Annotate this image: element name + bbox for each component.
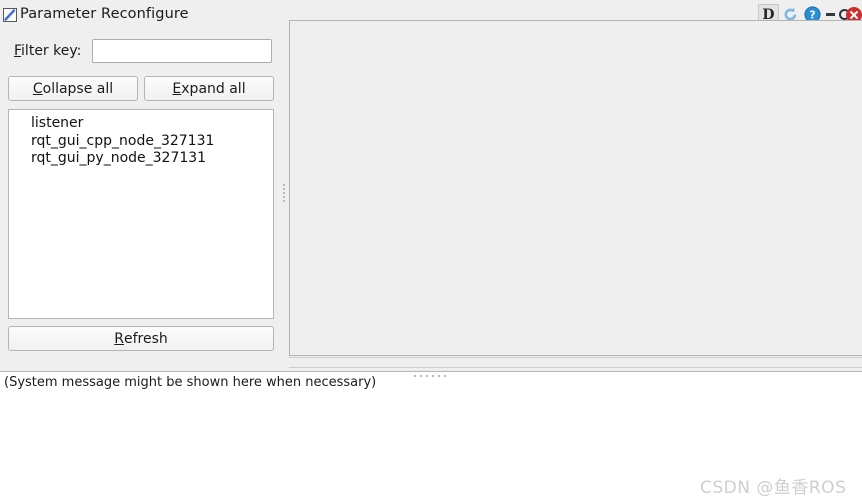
filter-key-label-accel: F bbox=[14, 43, 22, 59]
collapse-all-button[interactable]: Collapse all bbox=[8, 76, 138, 101]
watermark: CSDN @鱼香ROS bbox=[700, 478, 847, 498]
refresh-label: efresh bbox=[123, 330, 168, 347]
window-title: Parameter Reconfigure bbox=[20, 6, 189, 22]
horizontal-splitter-handle[interactable] bbox=[289, 357, 862, 377]
list-item[interactable]: rqt_gui_cpp_node_327131 bbox=[9, 133, 273, 151]
minimize-icon bbox=[825, 13, 835, 16]
collapse-all-accel: C bbox=[32, 80, 43, 97]
reconfigure-page-icon bbox=[2, 7, 18, 23]
parameter-editor-pane[interactable] bbox=[289, 20, 862, 356]
filter-row: Filter key: bbox=[8, 39, 276, 65]
refresh-button[interactable]: Refresh bbox=[8, 326, 274, 351]
node-list[interactable]: listener rqt_gui_cpp_node_327131 rqt_gui… bbox=[8, 109, 274, 319]
filter-key-label-rest: ilter key: bbox=[21, 43, 82, 59]
filter-key-label: Filter key: bbox=[14, 43, 81, 59]
application-window: Parameter Reconfigure D ? Filter key: C … bbox=[0, 0, 862, 390]
filter-key-input[interactable] bbox=[92, 39, 272, 63]
expand-all-button[interactable]: Expand all bbox=[144, 76, 274, 101]
collapse-all-label: ollapse all bbox=[42, 80, 114, 97]
left-pane: Filter key: Collapse all Expand all list… bbox=[8, 34, 276, 351]
list-item[interactable]: rqt_gui_py_node_327131 bbox=[9, 150, 273, 168]
expand-all-label: xpand all bbox=[181, 80, 246, 97]
vertical-splitter-handle[interactable] bbox=[280, 34, 288, 351]
list-item[interactable]: listener bbox=[9, 115, 273, 133]
status-message: (System message might be shown here when… bbox=[4, 375, 377, 390]
splitter-grip-dots bbox=[283, 184, 285, 204]
splitter-grip-dots bbox=[414, 362, 450, 377]
refresh-accel: R bbox=[114, 330, 124, 347]
expand-all-accel: E bbox=[172, 80, 182, 97]
